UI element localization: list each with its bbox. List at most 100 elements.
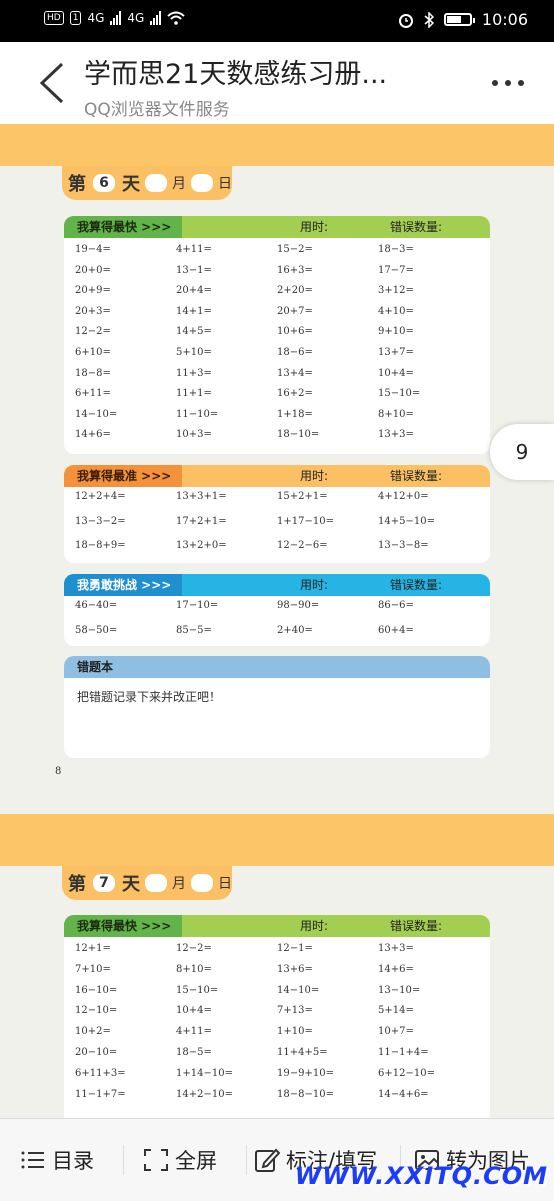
problem: 14+5−10=: [378, 515, 435, 527]
sim-badge: 1: [69, 11, 82, 25]
fullscreen-button[interactable]: 全屏: [143, 1145, 217, 1175]
problem: 17−10=: [176, 600, 219, 611]
problem: 14+6=: [378, 963, 414, 975]
problem: 13−3−8=: [378, 540, 429, 551]
back-arrow-icon[interactable]: [34, 60, 74, 106]
problem: 1+18=: [277, 408, 313, 420]
section-label: 我算得最快 >>>: [64, 216, 182, 238]
page-header-band: [0, 814, 554, 866]
problem: 5+14=: [378, 1005, 414, 1017]
problem: 1+17−10=: [277, 515, 334, 527]
toc-button[interactable]: 目录: [20, 1145, 94, 1175]
section-label: 我勇敢挑战 >>>: [64, 574, 182, 596]
problem: 13+3=: [378, 943, 414, 954]
date-blank: [191, 874, 213, 892]
problem: 20+7=: [277, 305, 313, 317]
problem: 10+4=: [176, 1005, 212, 1017]
problem: 18−8=: [75, 367, 111, 379]
problem: 10+6=: [277, 326, 313, 338]
time-label: 用时:: [300, 578, 329, 592]
list-icon: [21, 1151, 44, 1169]
problem: 13+2+0=: [176, 540, 227, 551]
month-blank: [145, 874, 167, 892]
section-label: 我算得最快 >>>: [64, 915, 182, 937]
problem: 60+4=: [378, 625, 414, 636]
problem: 2+20=: [277, 285, 313, 297]
problem: 15−2=: [277, 244, 313, 255]
problem: 10+2=: [75, 1026, 111, 1038]
page-indicator[interactable]: 9: [490, 424, 554, 480]
day-prefix: 第: [68, 174, 86, 195]
problem: 14−10=: [277, 984, 320, 996]
clock: 10:06: [481, 10, 528, 29]
section-header: 我勇敢挑战 >>> 用时: 错误数量:: [64, 574, 490, 596]
exercise-section: 我算得最准 >>> 用时: 错误数量: 12+2+4= 13+3+1= 15+2+1= 4+…: [64, 465, 490, 563]
section-header: 我算得最准 >>> 用时: 错误数量:: [64, 465, 490, 487]
mistakes-section: 错题本 把错题记录下来并改正吧！: [64, 656, 490, 758]
month-label: 月: [172, 176, 186, 192]
day-tab: 第7天 月 日: [62, 866, 232, 900]
problem: 5+10=: [176, 347, 212, 358]
day-suffix: 天: [122, 174, 140, 195]
problem: 13−1=: [176, 264, 212, 276]
problem: 20+0=: [75, 264, 111, 276]
section-header: 我算得最快 >>> 用时: 错误数量:: [64, 915, 490, 937]
app-bar: 学而思21天数感练习册... QQ浏览器文件服务: [0, 42, 554, 124]
problem: 6+11=: [75, 388, 111, 400]
problem: 16−10=: [75, 984, 118, 996]
problem: 6+11+3=: [75, 1067, 126, 1079]
day-number: 7: [93, 874, 115, 892]
problem: 18−8+9=: [75, 540, 126, 551]
problem: 16+2=: [277, 388, 313, 400]
problem: 13−10=: [378, 984, 421, 996]
problem: 86−6=: [378, 600, 414, 611]
day-tab: 第6天 月 日: [62, 166, 232, 200]
problem: 12−1=: [277, 943, 313, 954]
problem: 18−3=: [378, 244, 414, 255]
problem: 10+7=: [378, 1026, 414, 1038]
problem: 4+10=: [378, 305, 414, 317]
problem: 98−90=: [277, 600, 320, 611]
time-label: 用时:: [300, 919, 329, 933]
problem: 6+10=: [75, 347, 111, 358]
problem: 4+11=: [176, 1026, 212, 1038]
edit-icon: [255, 1148, 280, 1172]
problem: 14+6=: [75, 429, 111, 441]
problem: 18−5=: [176, 1047, 212, 1058]
problem: 13+3=: [378, 429, 414, 441]
page-header-band: [0, 124, 554, 166]
problem: 8+10=: [378, 408, 414, 420]
problem: 8+10=: [176, 963, 212, 975]
signal-icon-2: [150, 11, 162, 25]
problem: 4+11=: [176, 244, 212, 255]
problem: 18−10=: [277, 429, 320, 441]
status-bar: HD 1 4G 4G 10:06: [0, 0, 554, 42]
problem: 85−5=: [176, 625, 212, 636]
problem: 13−3−2=: [75, 515, 126, 527]
problem: 1+14−10=: [176, 1067, 233, 1079]
problem: 20+9=: [75, 285, 111, 297]
problem: 18−8−10=: [277, 1088, 334, 1100]
problem: 1+10=: [277, 1026, 313, 1038]
day-prefix: 第: [68, 874, 86, 895]
problem: 18−6=: [277, 347, 313, 358]
problem: 14+1=: [176, 305, 212, 317]
exercise-section: 我算得最快 >>> 用时: 错误数量: 19−4= 4+11= 15−2= 18−3= 20+…: [64, 216, 490, 454]
problem: 14+2−10=: [176, 1088, 233, 1100]
document-title: 学而思21天数感练习册...: [84, 59, 388, 90]
signal-icon: [110, 11, 122, 25]
problem: 17+2+1=: [176, 515, 227, 527]
problem: 11+4+5=: [277, 1047, 328, 1058]
error-count-label: 错误数量:: [390, 919, 443, 933]
problem: 3+12=: [378, 285, 414, 297]
mistakes-label: 错题本: [77, 660, 114, 674]
error-count-label: 错误数量:: [390, 578, 443, 592]
more-options-icon[interactable]: [492, 80, 524, 86]
exercise-section: 我勇敢挑战 >>> 用时: 错误数量: 46−40= 17−10= 98−90= 86−6=…: [64, 574, 490, 646]
problem: 15+2+1=: [277, 491, 328, 502]
problem: 14−4+6=: [378, 1088, 429, 1100]
problem: 14+5=: [176, 326, 212, 338]
problem: 20+4=: [176, 285, 212, 297]
problem: 4+12+0=: [378, 491, 429, 502]
problem: 19−4=: [75, 244, 111, 255]
